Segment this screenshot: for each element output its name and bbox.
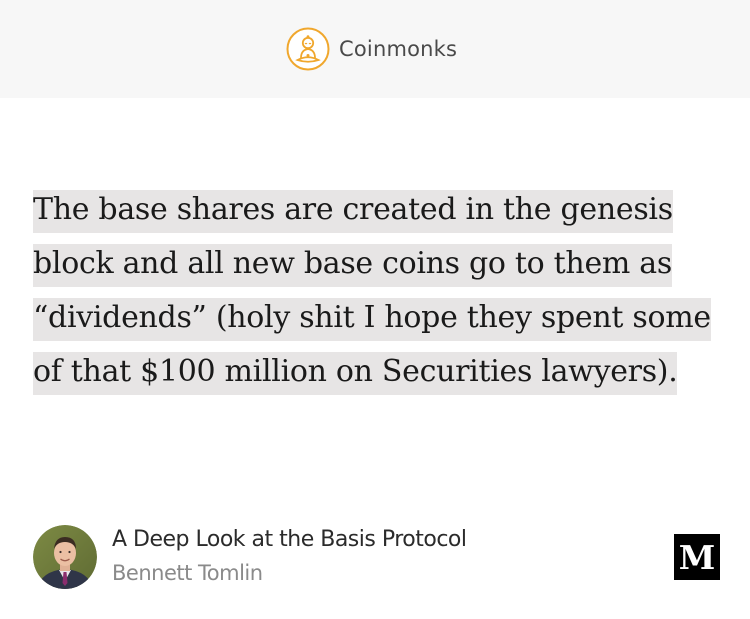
article-author[interactable]: Bennett Tomlin [112, 561, 263, 585]
medium-logo-icon[interactable]: M [674, 534, 720, 580]
author-avatar [33, 525, 97, 589]
medium-logo-letter: M [678, 537, 716, 577]
publication-brand[interactable]: Coinmonks [286, 26, 457, 72]
quote-text: The base shares are created in the genes… [33, 183, 723, 399]
publication-name: Coinmonks [339, 37, 458, 61]
article-title[interactable]: A Deep Look at the Basis Protocol [112, 527, 467, 552]
publication-header: Coinmonks [0, 0, 750, 98]
highlighted-quote: The base shares are created in the genes… [33, 190, 711, 395]
meditating-monk-icon [286, 27, 330, 71]
article-card[interactable]: A Deep Look at the Basis Protocol Bennet… [33, 525, 723, 589]
